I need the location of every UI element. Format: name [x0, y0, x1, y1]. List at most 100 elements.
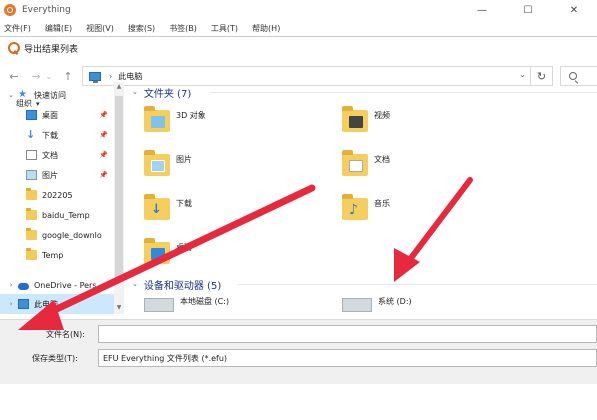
sidebar-item-label: Temp [42, 250, 64, 260]
search-glass-icon [569, 72, 577, 80]
filename-input[interactable] [98, 325, 597, 343]
sidebar-item-desktop[interactable]: 桌面 📌 [0, 105, 114, 125]
menu-tools[interactable]: 工具(T) [211, 23, 238, 34]
folder-tile-videos[interactable]: 视频 [342, 106, 502, 144]
folder-icon [26, 208, 37, 220]
close-button[interactable]: ✕ [551, 0, 597, 20]
tile-label: 下载 [176, 199, 192, 208]
menu-search[interactable]: 搜索(S) [128, 23, 155, 34]
onedrive-icon [18, 282, 29, 290]
sidebar-item-onedrive[interactable]: › OneDrive - Pers [0, 275, 114, 295]
pin-icon: 📌 [99, 111, 108, 119]
menu-file[interactable]: 文件(F) [4, 23, 31, 34]
save-form: 文件名(N): 保存类型(T): EFU Everything 文件列表 (*.… [0, 319, 597, 384]
pictures-icon [26, 170, 37, 180]
sidebar-item-temp[interactable]: Temp [0, 245, 114, 265]
folder-tile-documents[interactable]: 文档 [342, 150, 502, 188]
sidebar-item-202205[interactable]: 202205 [0, 185, 114, 205]
filename-label: 文件名(N): [46, 330, 85, 339]
breadcrumb-this-pc[interactable]: 此电脑 [118, 71, 142, 82]
sidebar-item-this-pc[interactable]: › 此电脑 [0, 294, 114, 314]
filetype-label: 保存类型(T): [32, 354, 78, 363]
sidebar-item-label: 文档 [42, 150, 58, 160]
tile-label: 音乐 [374, 199, 390, 208]
drive-tile-c[interactable]: 本地磁盘 (C:) [144, 296, 304, 314]
sidebar-item-pictures[interactable]: 图片 📌 [0, 165, 114, 185]
navigation-pane: ⌄ ★ 快速访问 桌面 📌 ↓ 下载 📌 文档 📌 图片 📌 202205 ba… [0, 82, 126, 314]
chevron-down-icon[interactable]: ⌄ [6, 91, 16, 99]
sidebar-item-downloads[interactable]: ↓ 下载 📌 [0, 125, 114, 145]
sidebar-item-label: 图片 [42, 170, 58, 180]
scrollbar-thumb[interactable] [115, 96, 123, 278]
tile-label: 视频 [374, 111, 390, 120]
menu-help[interactable]: 帮助(H) [252, 23, 280, 34]
tile-label: 本地磁盘 (C:) [180, 297, 230, 306]
app-titlebar: Everything — ☐ ✕ [0, 0, 597, 20]
chevron-right-icon[interactable]: › [6, 300, 16, 308]
folder-icon [26, 188, 37, 200]
folder-music-icon: ♪ [342, 194, 368, 224]
folder-tile-downloads[interactable]: ↓ 下载 [144, 194, 304, 232]
window-controls: — ☐ ✕ [459, 0, 597, 20]
pin-icon: 📌 [99, 131, 108, 139]
minimize-button[interactable]: — [459, 0, 505, 20]
chevron-down-icon: ⌄ [132, 280, 138, 288]
menu-bookmarks[interactable]: 书签(B) [169, 23, 197, 34]
tile-label: 3D 对象 [176, 111, 206, 120]
group-header-drives[interactable]: ⌄ 设备和驱动器 (5) [132, 276, 221, 292]
filetype-select[interactable]: EFU Everything 文件列表 (*.efu) [98, 349, 597, 367]
menu-edit[interactable]: 编辑(E) [45, 23, 72, 34]
folder-icon [26, 228, 37, 240]
everything-logo-icon [4, 4, 16, 16]
folder-pictures-icon [144, 150, 170, 180]
app-title: Everything [22, 5, 71, 15]
breadcrumb-separator: › [109, 71, 113, 81]
tile-label: 图片 [176, 155, 192, 164]
download-icon: ↓ [26, 128, 36, 141]
folder-tile-music[interactable]: ♪ 音乐 [342, 194, 502, 232]
menu-view[interactable]: 视图(V) [86, 23, 114, 34]
folder-downloads-icon: ↓ [144, 194, 170, 224]
document-icon [26, 150, 37, 160]
sidebar-item-baidu-temp[interactable]: baidu_Temp [0, 205, 114, 225]
tile-label: 桌面 [176, 243, 192, 252]
sidebar-item-label: 桌面 [42, 110, 58, 120]
scroll-down-icon[interactable]: ▼ [114, 303, 124, 313]
computer-icon [89, 71, 101, 83]
tile-label: 文档 [374, 155, 390, 164]
sidebar-item-label: 快速访问 [34, 90, 66, 100]
scroll-up-icon[interactable]: ▲ [114, 82, 124, 92]
sidebar-item-documents[interactable]: 文档 📌 [0, 145, 114, 165]
folder-desktop-icon [144, 238, 170, 268]
group-title: 文件夹 (7) [143, 88, 192, 100]
sidebar-item-label: baidu_Temp [42, 210, 90, 220]
computer-icon [18, 299, 29, 309]
folder-videos-icon [342, 106, 368, 136]
pin-icon: 📌 [99, 171, 108, 179]
sidebar-item-google-download[interactable]: google_downlo [0, 225, 114, 245]
sidebar-item-label: 下载 [42, 130, 58, 140]
drive-tile-d[interactable]: 系统 (D:) [342, 296, 502, 314]
folder-tile-pictures[interactable]: 图片 [144, 150, 304, 188]
group-divider [210, 92, 597, 93]
hard-drive-icon [342, 296, 372, 314]
folder-icon [26, 248, 37, 260]
group-header-folders[interactable]: ⌄ 文件夹 (7) [132, 84, 191, 100]
sidebar-item-label: 此电脑 [34, 299, 58, 309]
folder-3d-objects-icon [144, 106, 170, 136]
hard-drive-icon [144, 296, 174, 314]
dialog-title: 导出结果列表 [24, 44, 79, 55]
desktop-icon [26, 110, 37, 120]
sidebar-item-label: 202205 [42, 190, 73, 200]
search-icon [8, 42, 20, 54]
chevron-down-icon: ⌄ [132, 88, 138, 96]
folder-tile-3d-objects[interactable]: 3D 对象 [144, 106, 304, 144]
tile-label: 系统 (D:) [378, 297, 412, 306]
group-divider [238, 284, 597, 285]
group-title: 设备和驱动器 (5) [143, 280, 222, 292]
sidebar-item-quick-access[interactable]: ⌄ ★ 快速访问 [0, 85, 114, 105]
maximize-button[interactable]: ☐ [505, 0, 551, 20]
folder-tile-desktop[interactable]: 桌面 [144, 238, 304, 276]
address-dropdown-icon[interactable]: ⌄ [519, 70, 526, 79]
chevron-right-icon[interactable]: › [6, 281, 16, 289]
